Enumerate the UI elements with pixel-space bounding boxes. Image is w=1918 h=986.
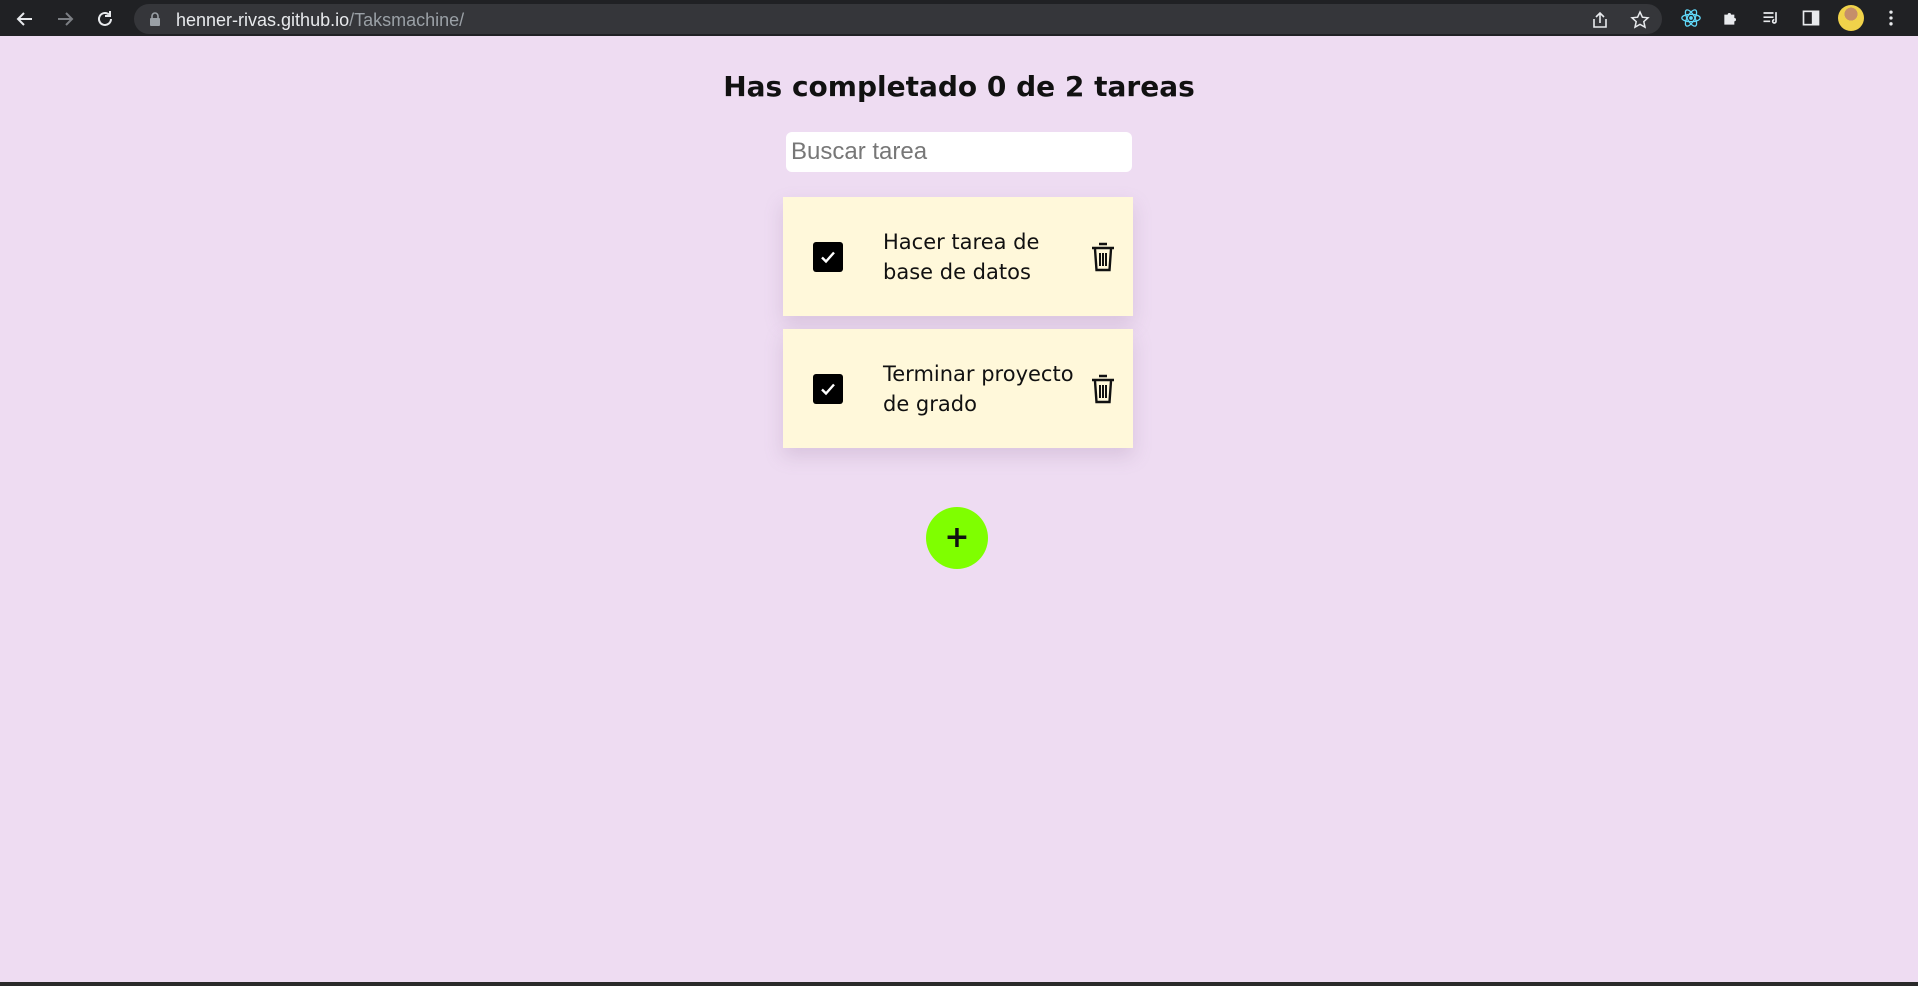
react-devtools-icon[interactable] [1679, 6, 1703, 30]
page-title: Has completado 0 de 2 tareas [723, 70, 1195, 103]
search-input[interactable] [786, 132, 1132, 172]
add-todo-button[interactable]: + [926, 507, 988, 569]
trash-icon [1092, 242, 1114, 272]
checkmark-icon [821, 383, 835, 396]
complete-checkbox[interactable] [813, 242, 843, 272]
delete-button[interactable] [1089, 373, 1117, 405]
complete-checkbox[interactable] [813, 374, 843, 404]
media-queue-icon[interactable] [1759, 6, 1783, 30]
url-text: henner-rivas.github.io/Taksmachine/ [176, 10, 464, 31]
todo-list: Hacer tarea de base de datos Terminar pr… [783, 197, 1133, 461]
add-button-label: + [944, 520, 970, 555]
browser-toolbar: henner-rivas.github.io/Taksmachine/ [0, 0, 1918, 36]
bookmark-star-icon[interactable] [1630, 10, 1650, 30]
todo-text: Hacer tarea de base de datos [883, 230, 1040, 284]
delete-button[interactable] [1089, 241, 1117, 273]
back-arrow-icon[interactable] [12, 6, 38, 32]
reload-icon[interactable] [92, 6, 118, 32]
side-panel-icon[interactable] [1799, 6, 1823, 30]
url-host: henner-rivas.github.io [176, 10, 350, 30]
todo-item: Terminar proyecto de grado [783, 329, 1133, 448]
checkmark-icon [821, 251, 835, 264]
trash-icon [1092, 374, 1114, 404]
profile-avatar[interactable] [1838, 5, 1864, 31]
todo-item: Hacer tarea de base de datos [783, 197, 1133, 316]
todo-text: Terminar proyecto de grado [883, 362, 1074, 416]
address-bar[interactable]: henner-rivas.github.io/Taksmachine/ [134, 4, 1662, 34]
share-icon[interactable] [1590, 10, 1610, 30]
window-bottom-edge [0, 982, 1918, 986]
url-path: /Taksmachine/ [349, 10, 465, 30]
extensions-puzzle-icon[interactable] [1719, 6, 1743, 30]
browser-menu-icon[interactable] [1879, 6, 1903, 30]
lock-icon [150, 12, 160, 26]
forward-arrow-icon[interactable] [52, 6, 78, 32]
